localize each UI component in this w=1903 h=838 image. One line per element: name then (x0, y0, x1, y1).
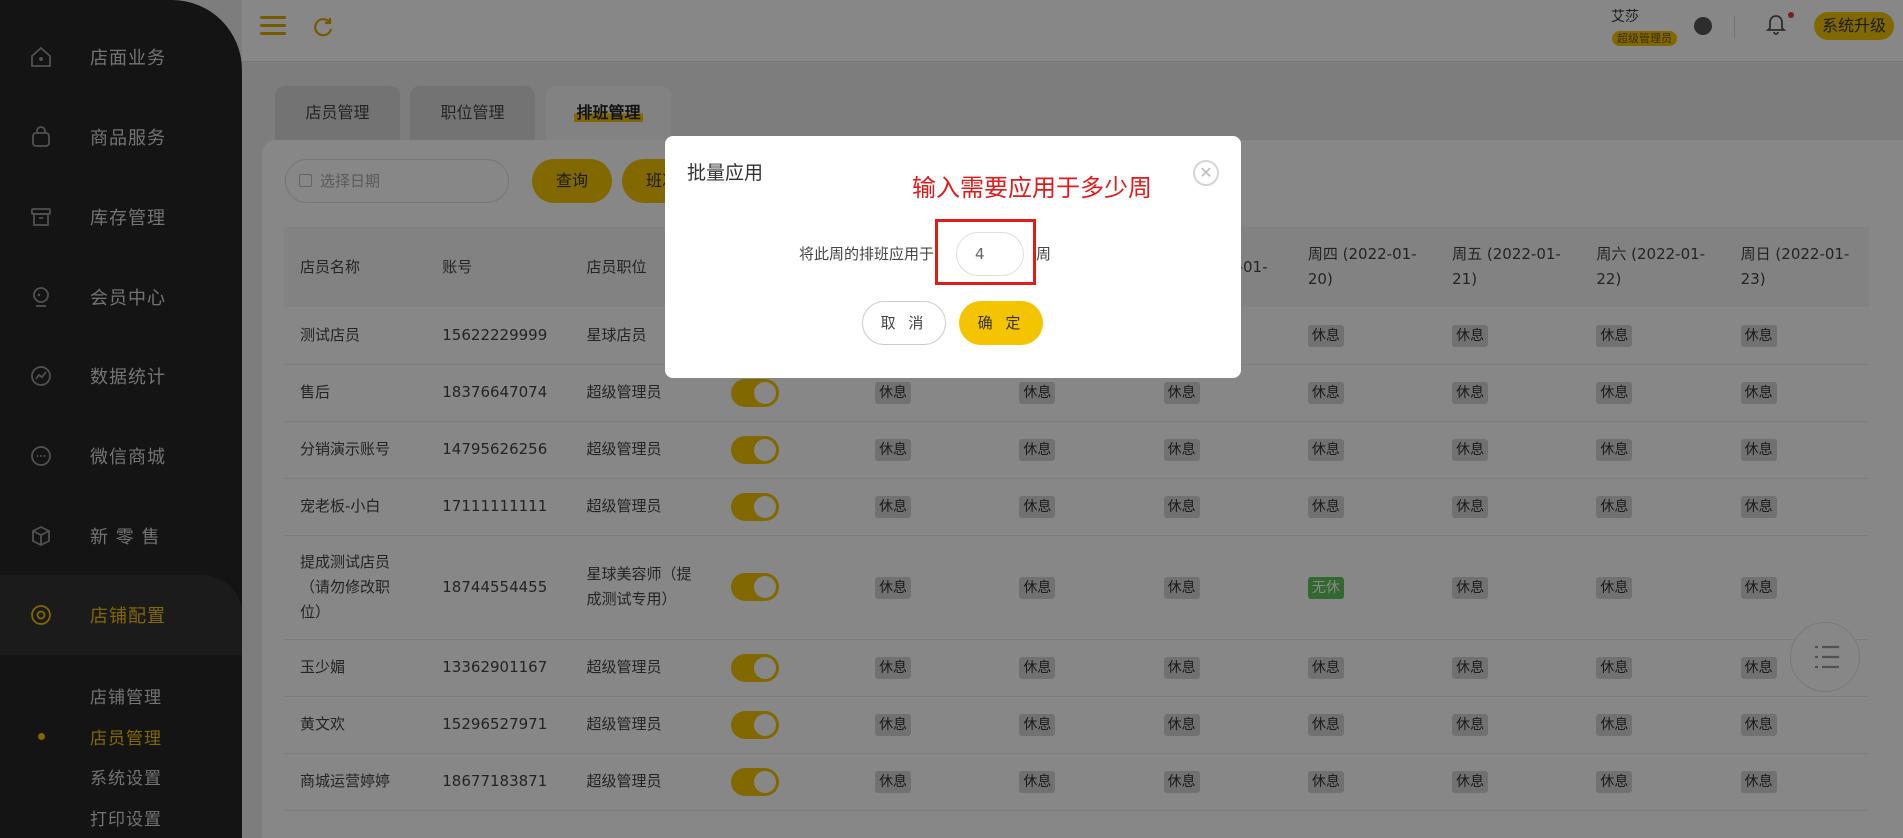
apply-prefix-label: 将此周的排班应用于 (799, 245, 935, 263)
confirm-button[interactable]: 确 定 (959, 301, 1043, 345)
week-unit-label: 周 (1036, 245, 1052, 263)
annotation-text: 输入需要应用于多少周 (912, 174, 1152, 202)
annotation-highlight-box (935, 219, 1036, 285)
cancel-button[interactable]: 取 消 (862, 301, 946, 345)
dialog-title: 批量应用 (687, 162, 764, 184)
modal-overlay[interactable] (0, 0, 1903, 838)
close-icon[interactable]: ✕ (1193, 160, 1219, 186)
